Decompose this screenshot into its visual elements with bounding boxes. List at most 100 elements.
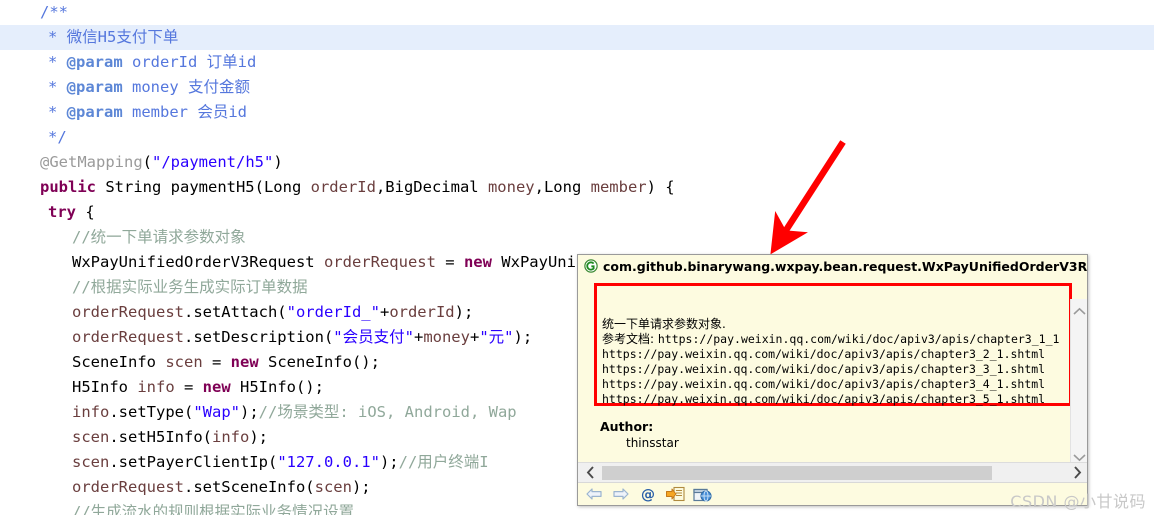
class-icon (584, 259, 598, 273)
code-token: .setDescription( (183, 328, 334, 346)
code-token: = (174, 378, 203, 396)
code-token: orderId (389, 303, 455, 321)
code-line[interactable]: * @param member 会员id (0, 100, 1154, 125)
code-token: .setSceneInfo( (183, 478, 315, 496)
code-token: ,BigDecimal (375, 178, 488, 196)
code-line[interactable]: @GetMapping("/payment/h5") (0, 150, 1154, 175)
code-token: H5Info (72, 378, 138, 396)
code-token: "orderId_" (286, 303, 380, 321)
scroll-down-icon[interactable] (1071, 449, 1087, 462)
code-token: info (137, 378, 175, 396)
code-token: .setH5Info( (109, 428, 212, 446)
code-token: info (211, 428, 250, 446)
javadoc-line: https://pay.weixin.qq.com/wiki/doc/apiv3… (602, 347, 1046, 361)
horizontal-scroll-track[interactable] (992, 466, 1065, 480)
code-token: @GetMapping (40, 153, 143, 171)
forward-arrow-icon[interactable] (611, 485, 631, 504)
code-token: ); (240, 403, 259, 421)
code-token: orderId 订单id (122, 53, 257, 71)
code-token: SceneInfo (72, 353, 166, 371)
code-line[interactable]: try { (0, 200, 1154, 225)
scroll-right-icon[interactable] (1065, 463, 1087, 483)
at-symbol-icon[interactable]: @ (638, 485, 658, 504)
scroll-left-icon[interactable] (578, 463, 602, 483)
code-token: * (48, 78, 67, 96)
code-token: money (423, 328, 470, 346)
code-token: String paymentH5(Long (96, 178, 311, 196)
javadoc-line: 统一下单请求参数对象. (602, 317, 726, 331)
csdn-watermark: CSDN @小甘说码 (1010, 492, 1146, 511)
code-token: //根据实际业务生成实际订单数据 (72, 278, 308, 296)
code-token: member (590, 178, 647, 196)
code-token: "元" (479, 328, 514, 346)
open-in-editor-icon[interactable] (665, 485, 685, 504)
code-token: + (413, 328, 424, 346)
code-token: ,Long (534, 178, 591, 196)
code-token: @param (66, 78, 123, 96)
code-token: @param (66, 53, 123, 71)
code-token: */ (48, 128, 67, 146)
code-token: info (72, 403, 110, 421)
code-token: = (435, 253, 464, 271)
javadoc-line: 参考文档: https://pay.weixin.qq.com/wiki/doc… (602, 332, 1060, 346)
code-token: new (463, 253, 492, 271)
code-token: orderId (310, 178, 376, 196)
code-token: ); (379, 453, 399, 471)
code-token: "/payment/h5" (152, 153, 274, 171)
svg-text:@: @ (641, 487, 655, 502)
author-value: thinsstar (626, 436, 679, 450)
popup-vertical-scrollbar[interactable] (1070, 299, 1087, 462)
code-token: scen (314, 478, 352, 496)
code-token: * (48, 103, 67, 121)
code-token: try (48, 203, 76, 221)
code-line[interactable]: public String paymentH5(Long orderId,Big… (0, 175, 1154, 200)
code-line[interactable]: * @param money 支付金额 (0, 75, 1154, 100)
code-token: ) { (646, 178, 675, 196)
code-token: public (40, 178, 96, 196)
code-token: orderRequest (72, 478, 184, 496)
code-line[interactable]: * 微信H5支付下单 (0, 25, 1154, 50)
code-token: orderRequest (72, 328, 184, 346)
code-token: "127.0.0.1" (277, 453, 380, 471)
code-line[interactable]: //统一下单请求参数对象 (0, 225, 1154, 250)
code-token: ); (513, 328, 533, 346)
code-token: new (202, 378, 231, 396)
popup-horizontal-scrollbar[interactable] (578, 462, 1087, 483)
code-token: H5Info(); (230, 378, 324, 396)
code-token: /** (40, 3, 68, 21)
javadoc-line: https://pay.weixin.qq.com/wiki/doc/apiv3… (602, 377, 1046, 391)
code-token: orderRequest (323, 253, 436, 271)
code-token: * (48, 53, 67, 71)
horizontal-scroll-thumb[interactable] (602, 465, 992, 480)
code-token: WxPayUnifiedOrderV3Request (72, 253, 324, 271)
code-token: ); (249, 428, 268, 446)
code-token: { (76, 203, 95, 221)
javadoc-tooltip-popup[interactable]: com.github.binarywang.wxpay.bean.request… (577, 254, 1088, 506)
code-token: scen (165, 353, 203, 371)
code-token: @param (66, 103, 123, 121)
code-token: //统一下单请求参数对象 (72, 228, 246, 246)
code-token: money (487, 178, 535, 196)
code-line[interactable]: * @param orderId 订单id (0, 50, 1154, 75)
code-token: .setAttach( (183, 303, 287, 321)
code-token: * 微信H5支付下单 (48, 28, 179, 46)
code-token: .setPayerClientIp( (109, 453, 278, 471)
code-line[interactable]: */ (0, 125, 1154, 150)
code-token: .setType( (109, 403, 194, 421)
code-token: + (379, 303, 390, 321)
scroll-up-icon[interactable] (1071, 303, 1087, 320)
popup-header: com.github.binarywang.wxpay.bean.request… (578, 255, 1087, 277)
back-arrow-icon[interactable] (584, 485, 604, 504)
code-token: member 会员id (122, 103, 247, 121)
author-section: Author: thinsstar (600, 419, 679, 450)
code-token: ( (142, 153, 152, 171)
open-in-browser-icon[interactable] (692, 485, 712, 504)
code-token: ); (454, 303, 474, 321)
code-token: scen (72, 428, 110, 446)
code-token: money 支付金额 (122, 78, 250, 96)
screenshot-root: /** * 微信H5支付下单 * @param orderId 订单id * @par… (0, 0, 1154, 515)
code-token: ); (351, 478, 371, 496)
code-token: "会员支付" (333, 328, 414, 346)
javadoc-line: https://pay.weixin.qq.com/wiki/doc/apiv3… (602, 392, 1046, 406)
code-line[interactable]: /** (0, 0, 1154, 25)
